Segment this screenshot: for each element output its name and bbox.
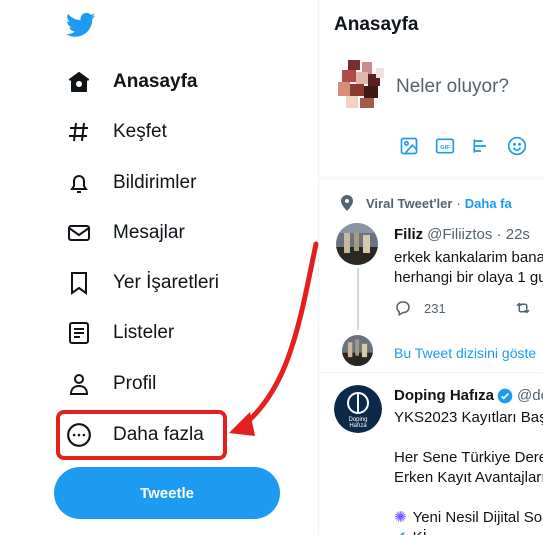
sidebar-item-label: Bildirimler	[113, 172, 197, 193]
home-icon	[66, 69, 92, 95]
page-title: Anasayfa	[334, 14, 419, 35]
thread-avatar[interactable]	[342, 335, 373, 366]
context-link[interactable]: Daha fa	[465, 196, 512, 211]
tweet-text-line: ✺ Yeni Nesil Dijital So	[394, 508, 542, 528]
sidebar-item-notifications[interactable]: Bildirimler	[58, 161, 196, 205]
retweet-icon	[516, 302, 530, 314]
tweet-button[interactable]: Tweetle	[54, 467, 280, 519]
svg-text:GIF: GIF	[440, 145, 450, 151]
check-emoji-icon: ✔	[394, 528, 407, 535]
sidebar-item-bookmarks[interactable]: Yer İşaretleri	[58, 261, 219, 305]
verified-badge-icon	[497, 388, 513, 403]
retweet-button[interactable]	[514, 299, 532, 317]
tweet-text-line: Erken Kayıt Avantajları	[394, 469, 543, 486]
schedule-icon[interactable]	[539, 134, 543, 158]
reply-icon	[396, 301, 410, 317]
compose-toolbar: GIF	[395, 134, 543, 158]
poll-icon[interactable]	[467, 134, 495, 158]
tweet-author-avatar[interactable]	[336, 223, 378, 265]
image-icon[interactable]	[395, 134, 423, 158]
divider	[319, 372, 543, 373]
sidebar-item-label: Anasayfa	[113, 71, 198, 92]
sidebar-item-label: Profil	[113, 373, 157, 394]
sidebar-item-home[interactable]: Anasayfa	[58, 60, 198, 104]
tweet-text-line: ✔ Kİ	[394, 528, 427, 535]
thread-connector	[357, 268, 359, 330]
context-label: Viral Tweet'ler	[366, 196, 453, 211]
compose-input[interactable]: Neler oluyor?	[396, 76, 509, 98]
profile-icon	[66, 371, 92, 397]
sidebar: Anasayfa Keşfet Bildirimler Mesajlar Yer…	[0, 0, 318, 535]
sidebar-item-profile[interactable]: Profil	[58, 362, 156, 406]
tweet-author-handle[interactable]: @do	[517, 387, 543, 404]
show-thread-link[interactable]: Bu Tweet dizisini göste	[394, 345, 536, 361]
avatar-text: Hafıza	[349, 423, 367, 429]
reply-button[interactable]: 231	[394, 299, 446, 317]
twitter-logo-icon[interactable]	[64, 10, 98, 40]
mail-icon	[66, 220, 92, 246]
tweet-text-line-content: Yeni Nesil Dijital So	[412, 509, 543, 526]
divider	[319, 176, 543, 180]
sidebar-item-label: Keşfet	[113, 121, 167, 142]
tweet-text-line: erkek kankalarim bana	[394, 249, 543, 266]
hashtag-icon	[66, 119, 92, 145]
separator-dot: ·	[456, 196, 461, 211]
tweet-author-avatar[interactable]: Doping Hafıza	[334, 385, 382, 433]
user-avatar[interactable]	[336, 58, 388, 110]
sidebar-item-messages[interactable]: Mesajlar	[58, 211, 185, 255]
list-icon	[66, 320, 92, 346]
tweet-text-line: Her Sene Türkiye Dere	[394, 449, 543, 466]
gif-icon[interactable]: GIF	[431, 134, 459, 158]
tweet-author-handle[interactable]: @Filiiztos · 22s	[427, 226, 530, 243]
main-timeline: Anasayfa Neler oluyor? GIF Viral Tweet'l…	[319, 0, 543, 535]
tweet-header: Doping Hafıza @do	[394, 387, 543, 404]
emoji-icon[interactable]	[503, 134, 531, 158]
reply-count: 231	[424, 300, 446, 316]
tweet-author-name[interactable]: Doping Hafıza	[394, 387, 494, 404]
bell-icon	[66, 170, 92, 196]
sidebar-item-explore[interactable]: Keşfet	[58, 110, 167, 154]
bookmark-icon	[66, 270, 92, 296]
sidebar-item-lists[interactable]: Listeler	[58, 311, 174, 355]
tweet-author-name[interactable]: Filiz	[394, 226, 423, 243]
sparkle-emoji-icon: ✺	[394, 509, 407, 526]
highlight-box	[56, 410, 227, 460]
viral-tweets-context[interactable]: Viral Tweet'ler · Daha fa	[341, 195, 512, 211]
tweet-text-line-content: Kİ	[413, 528, 427, 535]
sidebar-item-label: Yer İşaretleri	[113, 272, 219, 293]
location-pin-icon	[341, 195, 353, 211]
tweet-actions: 231	[394, 299, 532, 317]
tweet-text-line: YKS2023 Kayıtları Baş	[394, 409, 543, 426]
tweet-header: Filiz @Filiiztos · 22s	[394, 226, 530, 243]
tweet-text-line: herhangi bir olaya 1 gu	[394, 269, 543, 286]
sidebar-item-label: Mesajlar	[113, 222, 185, 243]
sidebar-item-label: Listeler	[113, 322, 175, 343]
